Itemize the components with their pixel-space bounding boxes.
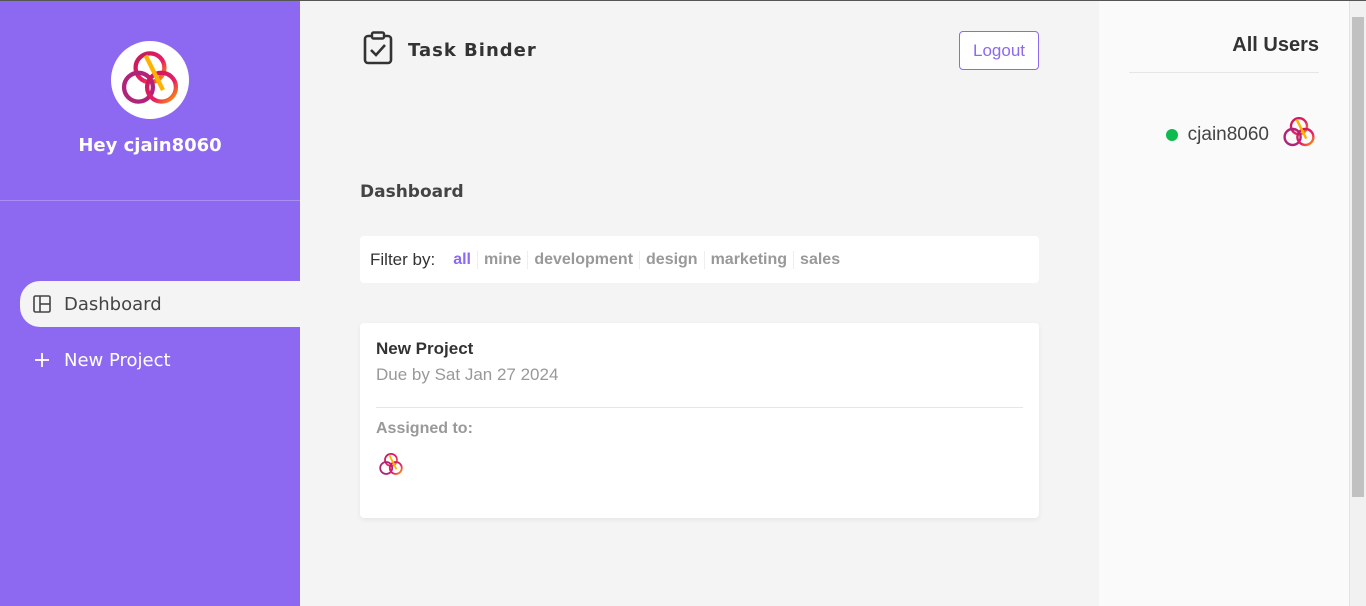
users-panel-title: All Users (1232, 34, 1319, 56)
sidebar: Hey cjain8060 Dashboard New Project (0, 1, 300, 606)
user-avatar (1279, 113, 1319, 157)
project-card[interactable]: New Project Due by Sat Jan 27 2024 Assig… (360, 323, 1039, 518)
sidebar-item-label: Dashboard (64, 293, 162, 315)
divider (376, 407, 1023, 408)
app-title: Task Binder (408, 39, 537, 61)
scrollbar-thumb[interactable] (1352, 17, 1364, 497)
sidebar-user-section: Hey cjain8060 (0, 1, 300, 201)
filter-option-sales[interactable]: sales (794, 251, 846, 269)
sidebar-item-label: New Project (64, 349, 171, 371)
users-panel: All Users cjain8060 (1099, 1, 1349, 606)
project-filter: Filter by: all mine development design m… (360, 236, 1039, 283)
filter-option-development[interactable]: development (528, 250, 641, 269)
app-logo: Task Binder (362, 31, 537, 69)
user-greeting: Hey cjain8060 (78, 135, 222, 156)
page-title: Dashboard (360, 182, 464, 202)
clipboard-check-icon (362, 31, 394, 69)
filter-option-all[interactable]: all (447, 250, 478, 269)
assigned-label: Assigned to: (376, 420, 473, 437)
scrollbar[interactable] (1349, 1, 1366, 606)
sidebar-item-new-project[interactable]: New Project (20, 337, 300, 383)
project-due-date: Due by Sat Jan 27 2024 (376, 365, 559, 384)
divider (1129, 72, 1319, 73)
main-content: Task Binder Logout Dashboard Filter by: … (300, 1, 1099, 606)
logout-button[interactable]: Logout (959, 31, 1039, 70)
user-list-item: cjain8060 (1165, 113, 1319, 157)
sidebar-nav: Dashboard New Project (20, 281, 300, 393)
plus-icon (32, 350, 52, 370)
filter-option-mine[interactable]: mine (478, 250, 529, 269)
user-name: cjain8060 (1187, 124, 1269, 145)
online-status-indicator (1165, 129, 1178, 141)
assigned-user-avatar (376, 450, 406, 480)
dashboard-icon (32, 294, 52, 314)
sidebar-item-dashboard[interactable]: Dashboard (20, 281, 300, 327)
filter-option-marketing[interactable]: marketing (705, 250, 795, 269)
filter-label: Filter by: (370, 249, 436, 269)
avatar (111, 41, 189, 119)
filter-option-design[interactable]: design (640, 250, 705, 269)
project-title: New Project (376, 339, 474, 358)
